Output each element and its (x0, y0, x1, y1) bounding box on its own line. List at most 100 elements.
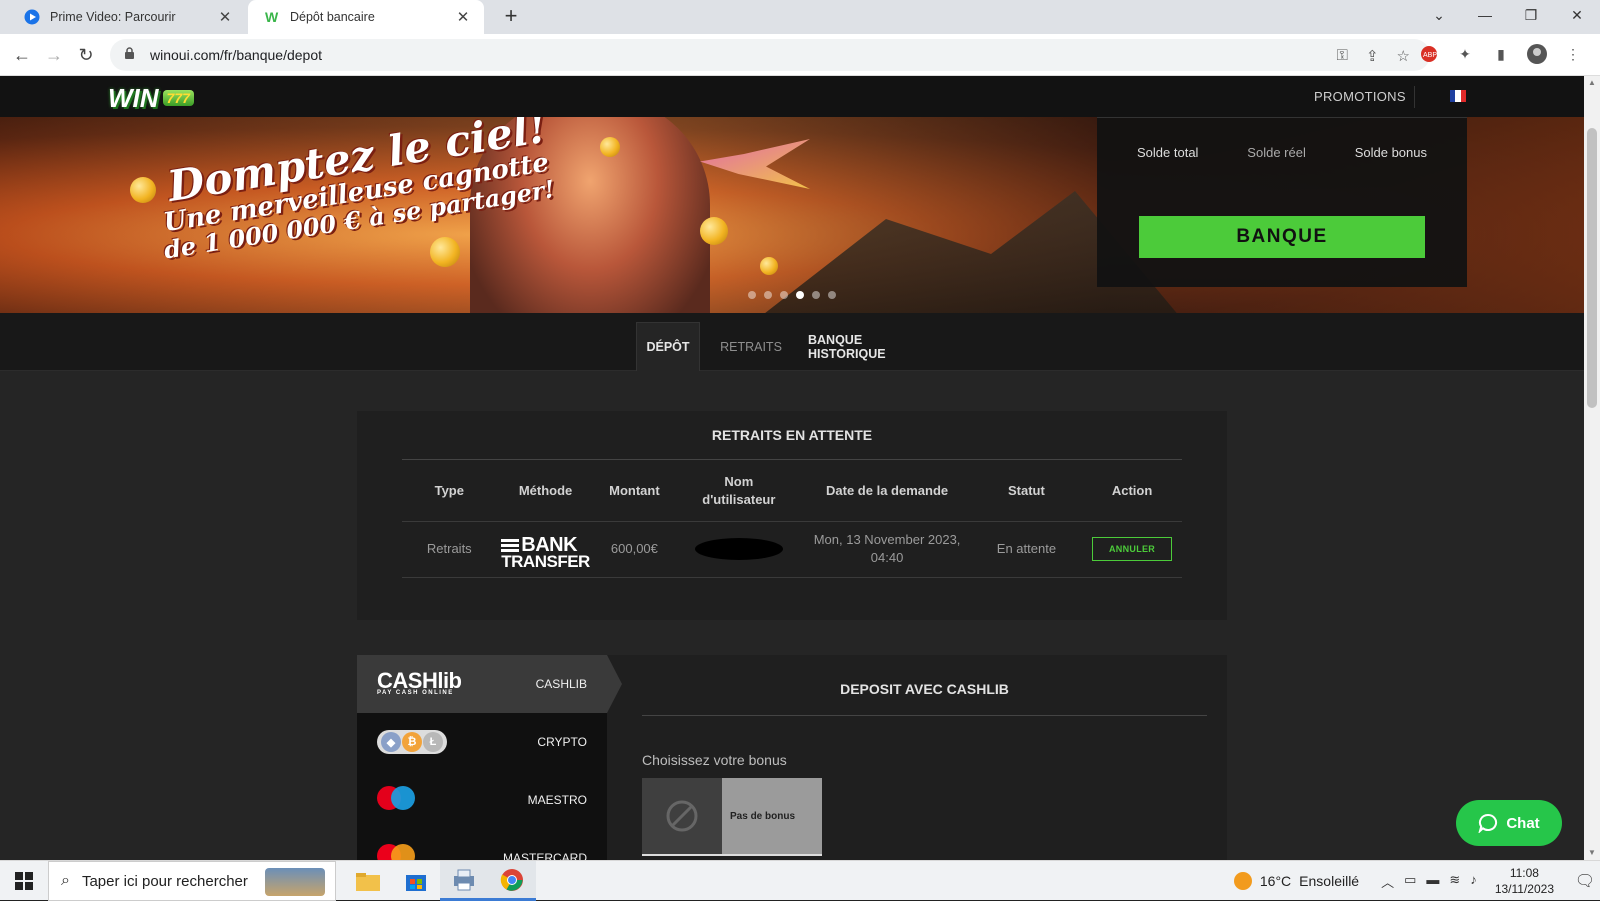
new-tab-button[interactable]: + (498, 4, 524, 30)
cell-username (674, 521, 804, 578)
method-cashlib[interactable]: CASHlib PAY CASH ONLINE CASHLIB (357, 655, 622, 713)
france-flag-icon[interactable] (1450, 90, 1466, 102)
notifications-icon[interactable]: 🗨 (1570, 861, 1600, 901)
method-crypto[interactable]: ◆ ₿ Ł CRYPTO (357, 713, 607, 771)
printer-app-icon[interactable] (440, 861, 488, 901)
close-tab-icon[interactable]: ✕ (454, 8, 472, 26)
column-header: Méthode (496, 461, 595, 522)
cancel-withdrawal-button[interactable]: ANNULER (1092, 537, 1173, 561)
nav-promotions-link[interactable]: PROMOTIONS (1314, 89, 1406, 104)
extensions-area: ABP ✦ ▮ ⋮ (1418, 43, 1584, 65)
meet-icon[interactable]: ▭ (1404, 872, 1416, 891)
carousel-dot[interactable] (764, 291, 772, 299)
coin-icon (430, 237, 460, 267)
close-tab-icon[interactable]: ✕ (216, 8, 234, 26)
sun-icon (1233, 872, 1252, 890)
puzzle-icon[interactable]: ✦ (1454, 43, 1476, 65)
chat-label: Chat (1506, 814, 1540, 832)
key-icon[interactable]: ⚿ (1337, 47, 1348, 65)
chrome-icon[interactable] (488, 861, 536, 901)
browser-tab-depot[interactable]: W Dépôt bancaire ✕ (248, 0, 484, 34)
cell-action: ANNULER (1082, 521, 1182, 578)
method-label: CASHLIB (535, 677, 587, 691)
profile-avatar-icon[interactable] (1526, 43, 1548, 65)
chat-button[interactable]: Chat (1456, 800, 1562, 846)
column-header: Type (402, 461, 497, 522)
table-row: Retraits BANK TRANSFER 600,00€ Mon, 13 N… (402, 521, 1182, 578)
no-bonus-icon (642, 778, 722, 854)
column-header: Date de la demande (803, 461, 971, 522)
tab-search-icon[interactable]: ⌄ (1416, 0, 1462, 30)
method-maestro[interactable]: MAESTRO (357, 771, 607, 829)
carousel-dot[interactable] (780, 291, 788, 299)
status-badge: En attente (970, 521, 1083, 578)
tab-depot[interactable]: DÉPÔT (636, 322, 700, 371)
balance-labels: Solde total Solde réel Solde bonus (1137, 145, 1427, 160)
minimize-icon[interactable]: — (1462, 0, 1508, 30)
search-placeholder: Taper ici pour rechercher (81, 872, 248, 890)
bank-tabs: DÉPÔT RETRAITS BANQUE HISTORIQUE (0, 313, 1584, 371)
carousel-dot-active[interactable] (796, 291, 804, 299)
bank-button[interactable]: BANQUE (1139, 216, 1425, 258)
mastercard-icon (377, 844, 417, 860)
tab-title: Prime Video: Parcourir (50, 10, 176, 24)
bonus-option-none[interactable]: Pas de bonus (642, 778, 822, 856)
search-highlight-image (265, 868, 325, 896)
scrollbar-thumb[interactable] (1587, 128, 1597, 408)
file-explorer-icon[interactable] (344, 861, 392, 901)
taskbar-search-input[interactable]: ⌕ Taper ici pour rechercher (48, 861, 336, 901)
promo-banner[interactable]: Domptez le ciel! Une merveilleuse cagnot… (0, 117, 1584, 313)
method-label: MAESTRO (527, 793, 587, 807)
page-content: WIN 777 PROMOTIONS Domptez le ciel! Une … (0, 76, 1584, 860)
carousel-dot[interactable] (828, 291, 836, 299)
search-icon: ⌕ (61, 872, 70, 889)
address-bar: ← → ↻ winoui.com/fr/banque/depot ⚿ ⇪ ☆ A… (0, 34, 1600, 76)
cell-date: Mon, 13 November 2023, 04:40 (803, 521, 971, 578)
column-header: Action (1082, 461, 1182, 522)
scroll-up-icon[interactable]: ▲ (1584, 76, 1600, 90)
adblock-icon[interactable]: ABP (1418, 43, 1440, 65)
window-controls: ⌄ — ❐ ✕ (1416, 0, 1600, 34)
url-input[interactable]: winoui.com/fr/banque/depot (110, 39, 1430, 71)
share-icon[interactable]: ⇪ (1366, 47, 1379, 65)
cell-amount: 600,00€ (594, 521, 675, 578)
windows-start-icon[interactable] (0, 861, 48, 901)
browser-tab-prime-video[interactable]: Prime Video: Parcourir ✕ (8, 0, 246, 34)
tab-retraits[interactable]: RETRAITS (716, 322, 786, 371)
weather-temp: 16°C (1259, 873, 1292, 889)
taskbar-clock[interactable]: 11:08 13/11/2023 (1495, 865, 1554, 897)
column-header: Montant (594, 461, 675, 522)
url-text: winoui.com/fr/banque/depot (150, 47, 322, 63)
carousel-dot[interactable] (748, 291, 756, 299)
windows-taskbar: ⌕ Taper ici pour rechercher 16°C Ensolei… (0, 860, 1600, 901)
coin-icon (760, 257, 778, 275)
chevron-up-icon[interactable]: ︿ (1381, 872, 1394, 891)
clock-time: 11:08 (1509, 865, 1539, 880)
bookmark-star-icon[interactable]: ☆ (1397, 47, 1410, 65)
prime-video-icon (24, 9, 40, 25)
wifi-icon[interactable]: ≋ (1449, 872, 1460, 891)
ms-store-icon[interactable] (392, 861, 440, 901)
method-mastercard[interactable]: MASTERCARD (357, 829, 607, 860)
side-panel-icon[interactable]: ▮ (1490, 43, 1512, 65)
reload-icon[interactable]: ↻ (74, 43, 98, 67)
weather-desc: Ensoleillé (1299, 873, 1360, 889)
page-scrollbar[interactable]: ▲ ▼ (1584, 76, 1600, 860)
site-logo[interactable]: WIN 777 (108, 82, 194, 114)
carousel-dots (748, 291, 836, 299)
forward-icon[interactable]: → (42, 43, 66, 67)
tab-banque-historique[interactable]: BANQUE HISTORIQUE (808, 322, 938, 371)
carousel-dot[interactable] (812, 291, 820, 299)
winoui-icon: W (264, 9, 280, 25)
balance-panel: Solde total Solde réel Solde bonus BANQU… (1097, 117, 1467, 287)
scroll-down-icon[interactable]: ▼ (1584, 846, 1600, 860)
system-tray: 16°C Ensoleillé ︿ ▭ ▬ ≋ ♪ 11:08 13/11/20… (1233, 861, 1600, 901)
back-icon[interactable]: ← (10, 43, 34, 67)
menu-kebab-icon[interactable]: ⋮ (1562, 43, 1584, 65)
battery-icon[interactable]: ▬ (1426, 872, 1439, 891)
volume-icon[interactable]: ♪ (1470, 872, 1477, 891)
close-window-icon[interactable]: ✕ (1554, 0, 1600, 30)
total-balance-label: Solde total (1137, 145, 1199, 160)
restore-icon[interactable]: ❐ (1508, 0, 1554, 30)
weather-widget[interactable]: 16°C Ensoleillé (1233, 872, 1360, 890)
